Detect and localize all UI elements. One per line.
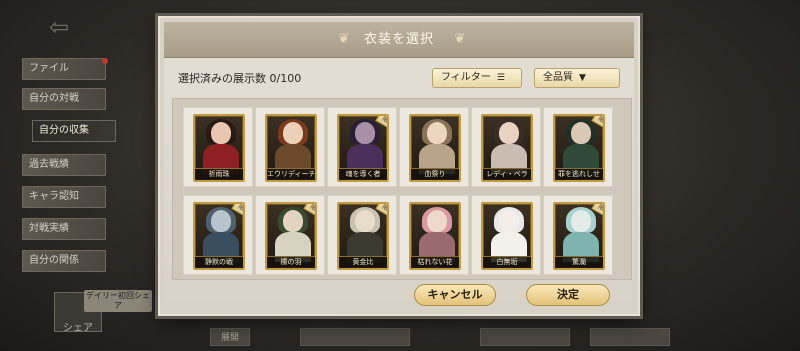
list-icon: ☰ [496, 73, 505, 83]
portrait-face [427, 210, 447, 232]
costume-card[interactable]: レディ・ベラ [481, 114, 533, 182]
costume-slot: 血祭り [399, 107, 469, 187]
costume-name: 静默の戦 [195, 256, 243, 268]
quality-dropdown[interactable]: 全品質 ▼ [534, 68, 620, 88]
quality-label: 全品質 [543, 72, 573, 83]
dialog-title: 衣装を選択 [363, 32, 434, 47]
costume-name: 罪を逃れしせ [555, 168, 603, 180]
costume-card[interactable]: 罪を逃れしせ 限定 [553, 114, 605, 182]
costume-slot: 驚瀾 限定 [543, 195, 613, 275]
side-menu-item[interactable]: 過去戦績 [22, 154, 106, 176]
costume-name: 血祭り [411, 168, 459, 180]
selected-count: 選択済みの展示数 0/100 [178, 72, 302, 85]
share-label: シェア [63, 323, 93, 334]
costume-card[interactable]: 静默の戦 限定 [193, 202, 245, 270]
costume-slot: 静默の戦 限定 [183, 195, 253, 275]
costume-name: 魂を導く者 [339, 168, 387, 180]
costume-card[interactable]: 白無垢 [481, 202, 533, 270]
costume-name: レディ・ベラ [483, 168, 531, 180]
costume-slot: 黄金比 限定 [327, 195, 397, 275]
confirm-button[interactable]: 決定 [526, 284, 610, 306]
daily-share-tag: デイリー初回シェア [84, 290, 152, 312]
portrait-face [283, 122, 303, 144]
filter-button[interactable]: フィルター ☰ [432, 68, 522, 88]
portrait-face [211, 122, 231, 144]
costume-name: 檬の羽 [267, 256, 315, 268]
side-menu-item[interactable]: 対戦実績 [22, 218, 106, 240]
side-menu-item[interactable]: ファイル [22, 58, 106, 80]
costume-slot: レディ・ベラ [471, 107, 541, 187]
portrait-face [355, 122, 375, 144]
costume-slot: 罪を逃れしせ 限定 [543, 107, 613, 187]
portrait-face [499, 210, 519, 232]
costume-name: 驚瀾 [555, 256, 603, 268]
costume-name: エウリディーチェ [267, 168, 317, 180]
exit-door-icon[interactable]: ⇦ [44, 12, 74, 42]
costume-card[interactable]: 魂を導く者 限定 [337, 114, 389, 182]
wheat-right-icon: ❦ [454, 31, 466, 47]
bottom-bar: 展開 [150, 322, 710, 351]
costume-card[interactable]: 血祭り [409, 114, 461, 182]
portrait-face [283, 210, 303, 232]
costume-name: 黄金比 [339, 256, 387, 268]
bottom-tab-2[interactable] [300, 328, 410, 346]
side-menu-item[interactable]: 自分の関係 [22, 250, 106, 272]
costume-slot: エウリディーチェ [255, 107, 325, 187]
dialog-title-bar: ❦ 衣装を選択 ❦ [164, 22, 634, 58]
side-menu-item[interactable]: 自分の対戦 [22, 88, 106, 110]
portrait-face [499, 122, 519, 144]
costume-name: 枯れない花 [411, 256, 459, 268]
side-menu-item[interactable]: キャラ認知 [22, 186, 106, 208]
costume-card[interactable]: エウリディーチェ [265, 114, 317, 182]
portrait-face [427, 122, 447, 144]
bottom-tab-3[interactable] [480, 328, 570, 346]
portrait-face [355, 210, 375, 232]
costume-name: 祈雨珠 [195, 168, 243, 180]
side-menu-item[interactable]: 自分の収集 [32, 120, 116, 142]
bottom-tab-4[interactable] [590, 328, 670, 346]
costume-slot: 魂を導く者 限定 [327, 107, 397, 187]
costume-grid: 祈雨珠 エウリディーチェ 魂を導く者 限定血祭り レディ・ベラ 罪を逃れしせ 限定静默の戦限… [172, 98, 632, 280]
costume-slot: 檬の羽 限定 [255, 195, 325, 275]
costume-name: 白無垢 [483, 256, 531, 268]
portrait-face [211, 210, 231, 232]
portrait-face [571, 210, 591, 232]
notification-dot [102, 58, 108, 64]
costume-slot: 祈雨珠 [183, 107, 253, 187]
chevron-down-icon: ▼ [579, 73, 586, 83]
costume-select-dialog: ❦ 衣装を選択 ❦ 選択済みの展示数 0/100 フィルター ☰ 全品質 ▼ 祈雨珠… [158, 16, 640, 316]
costume-card[interactable]: 驚瀾 限定 [553, 202, 605, 270]
portrait-face [571, 122, 591, 144]
expand-tab[interactable]: 展開 [210, 328, 250, 346]
filter-label: フィルター [441, 72, 491, 83]
costume-card[interactable]: 祈雨珠 [193, 114, 245, 182]
costume-card[interactable]: 檬の羽 限定 [265, 202, 317, 270]
costume-card[interactable]: 黄金比 限定 [337, 202, 389, 270]
costume-slot: 白無垢 [471, 195, 541, 275]
cancel-button[interactable]: キャンセル [414, 284, 496, 306]
costume-slot: 枯れない花 [399, 195, 469, 275]
costume-card[interactable]: 枯れない花 [409, 202, 461, 270]
